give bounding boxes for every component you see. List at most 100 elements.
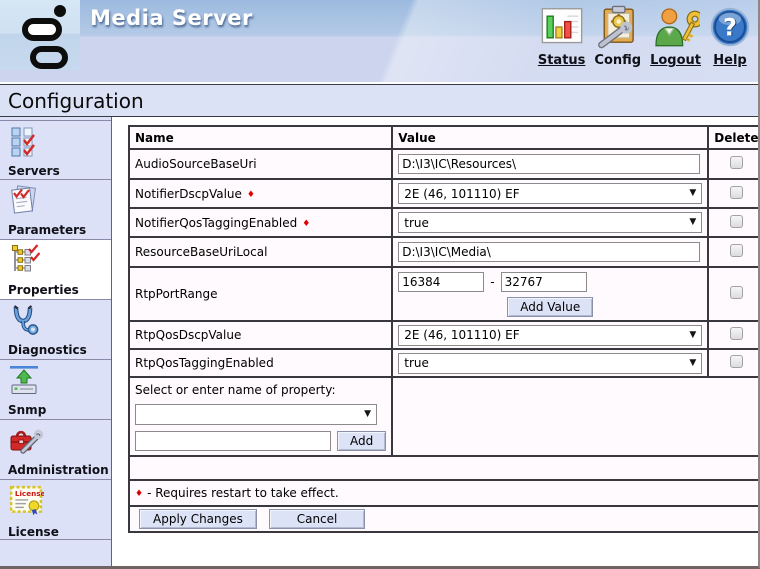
nav-help-link[interactable]: Help [713,53,746,68]
sidebar-item-administration[interactable]: Administration [0,420,111,480]
resourcebaseurilocal-input[interactable] [398,242,700,262]
sidebar: Servers Parameters [0,117,112,566]
property-name-cell: NotifierQosTaggingEnabled ♦ [129,208,392,237]
rtpqosdscpvalue-select[interactable]: 2E (46, 101110) EF ▼ [398,325,702,346]
chevron-down-icon: ▼ [689,218,696,227]
delete-checkbox[interactable] [730,355,743,368]
sidebar-label-administration[interactable]: Administration [8,463,111,477]
column-header-name: Name [129,126,392,149]
page-title-bar: Configuration [0,84,758,117]
nav-item-logout[interactable]: Logout [650,2,701,68]
header-nav: Status C [538,2,750,68]
nav-item-status[interactable]: Status [538,2,586,68]
rtpqostaggingenabled-select[interactable]: true▼ [398,353,702,374]
range-separator: - [490,275,494,289]
delete-checkbox[interactable] [730,327,743,340]
delete-checkbox[interactable] [730,286,743,299]
new-property-name-input[interactable] [135,431,331,451]
table-row: NotifierQosTaggingEnabled ♦ true▼ [129,208,760,237]
license-certificate-icon: License [8,503,44,522]
property-name: RtpQosDscpValue [135,328,241,342]
svg-text:License: License [15,489,44,498]
properties-tree-icon [8,261,40,280]
empty-row-cell [129,456,760,480]
config-tools-icon [596,2,640,52]
sidebar-label-snmp[interactable]: Snmp [8,403,111,417]
notifierdscpvalue-select[interactable]: 2E (46, 101110) EF▼ [398,183,702,204]
select-value: 2E (46, 101110) EF [404,187,519,201]
select-value: 2E (46, 101110) EF [404,328,519,342]
sidebar-label-parameters[interactable]: Parameters [8,223,111,237]
svg-text:?: ? [723,13,737,41]
nav-item-config[interactable]: Config [594,2,641,68]
actions-row: Apply Changes Cancel [129,506,760,532]
property-name-cell: RtpQosTaggingEnabled [129,349,392,377]
footnote-row: ♦- Requires restart to take effect. [129,480,760,506]
sidebar-item-servers[interactable]: Servers [0,120,111,180]
sidebar-label-properties[interactable]: Properties [8,283,111,297]
nav-config-label[interactable]: Config [594,53,641,68]
restart-marker: ♦ [302,219,310,229]
app-title: Media Server [90,6,253,30]
delete-checkbox[interactable] [730,215,743,228]
notifierqostaggingenabled-select[interactable]: true▼ [398,212,702,233]
sidebar-label-license[interactable]: License [8,525,111,539]
apply-changes-button[interactable]: Apply Changes [139,509,257,529]
select-value: true [404,356,429,370]
media-server-config-page: Media Server Status [0,0,760,569]
logout-user-key-icon [652,2,700,52]
sidebar-label-diagnostics[interactable]: Diagnostics [8,343,111,357]
table-row: RtpPortRange - Add Value [129,267,760,321]
column-header-value: Value [392,126,708,149]
sidebar-label-servers[interactable]: Servers [8,164,111,178]
empty-cell [392,377,760,456]
sidebar-item-snmp[interactable]: Snmp [0,360,111,420]
add-property-button[interactable]: Add [337,431,386,451]
property-name-cell: AudioSourceBaseUri [129,149,392,179]
diagnostics-stethoscope-icon [8,321,40,340]
audiosourcebaseuri-input[interactable] [398,154,700,174]
nav-status-link[interactable]: Status [538,53,586,68]
company-logo [0,0,80,70]
property-name-select[interactable]: ▼ [135,404,377,425]
snmp-device-arrow-icon [8,381,40,400]
restart-marker: ♦ [247,190,255,200]
delete-checkbox[interactable] [730,244,743,257]
property-name: RtpPortRange [135,287,217,301]
column-header-delete: Delete [708,126,760,149]
property-name: RtpQosTaggingEnabled [135,356,274,370]
rtpportrange-from-input[interactable] [398,272,484,292]
rtpportrange-to-input[interactable] [501,272,587,292]
property-name-cell: ResourceBaseUriLocal [129,237,392,267]
properties-table: Name Value Delete AudioSourceBaseUri Not… [128,125,760,533]
spacer-row [129,456,760,480]
table-row: NotifierDscpValue♦ 2E (46, 101110) EF▼ [129,179,760,208]
property-name: NotifierQosTaggingEnabled [135,216,297,230]
chevron-down-icon: ▼ [689,331,696,340]
page-title: Configuration [0,89,144,113]
property-name-cell: RtpPortRange [129,267,392,321]
nav-logout-link[interactable]: Logout [650,53,701,68]
property-name-cell: NotifierDscpValue♦ [129,179,392,208]
property-name: ResourceBaseUriLocal [135,245,267,259]
delete-checkbox[interactable] [730,156,743,169]
app-header: Media Server Status [0,0,758,82]
chevron-down-icon: ▼ [364,410,371,419]
sidebar-item-properties[interactable]: Properties [0,240,111,300]
table-row: RtpQosDscpValue 2E (46, 101110) EF ▼ [129,321,760,349]
add-value-button[interactable]: Add Value [507,297,593,317]
nav-item-help[interactable]: ? ? Help [710,2,750,68]
property-name-cell: RtpQosDscpValue [129,321,392,349]
add-property-row: Select or enter name of property: ▼ Add [129,377,760,456]
status-bar-chart-icon [539,2,585,52]
delete-checkbox[interactable] [730,186,743,199]
administration-toolbox-icon [8,441,44,460]
sidebar-item-parameters[interactable]: Parameters [0,180,111,240]
sidebar-item-diagnostics[interactable]: Diagnostics [0,300,111,360]
sidebar-item-license[interactable]: License License [0,480,111,540]
add-property-label: Select or enter name of property: [135,383,386,397]
restart-marker: ♦ [135,489,143,499]
property-name: AudioSourceBaseUri [135,157,257,171]
cancel-button[interactable]: Cancel [269,509,366,529]
inin-logo-icon [10,3,72,69]
